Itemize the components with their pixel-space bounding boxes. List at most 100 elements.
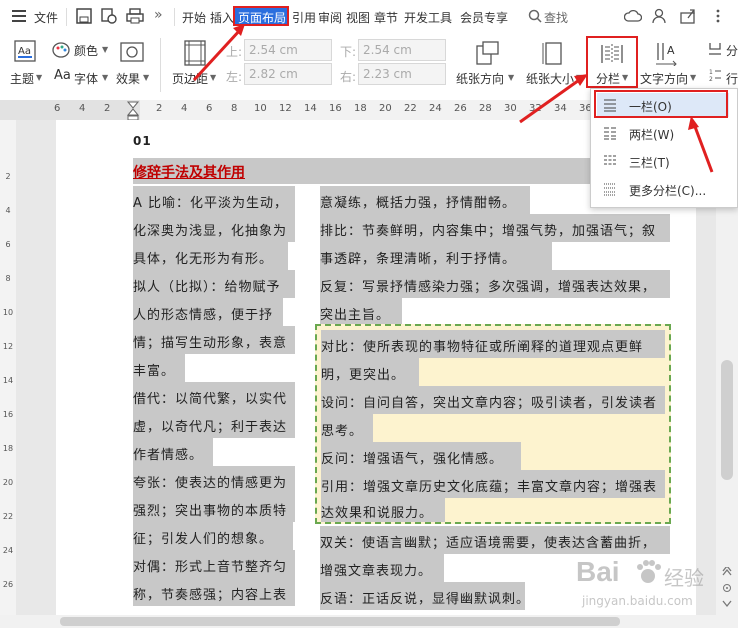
print-icon[interactable]: [126, 8, 144, 27]
margin-label[interactable]: 页边距: [172, 70, 208, 87]
font-aa-icon[interactable]: Aa: [54, 68, 71, 83]
text-box[interactable]: 对比：使所表现的事物特征或所阐释的道理观点更鲜 明，更突出。 设问：自问自答，突…: [315, 324, 671, 524]
text-direction-dropdown-icon[interactable]: ▼: [690, 73, 696, 82]
vruler-tick: 22: [2, 512, 14, 521]
color-dropdown-icon[interactable]: ▼: [102, 45, 108, 54]
text-direction-label[interactable]: 文字方向: [640, 70, 688, 87]
vruler-tick: 18: [2, 444, 14, 453]
text-line: 引用：增强文章历史文化底蕴；丰富文章内容；增强表: [321, 480, 658, 495]
menu-icon[interactable]: [12, 10, 26, 22]
clipped-label-2[interactable]: 行: [726, 70, 738, 87]
text-direction-icon[interactable]: A: [654, 40, 680, 69]
overflow-chevron-icon[interactable]: »: [154, 7, 163, 23]
two-columns-label: 两栏(W): [629, 128, 675, 142]
columns-icon: [601, 42, 623, 69]
more-columns-label: 更多分栏(C)...: [629, 184, 707, 198]
columns-button[interactable]: 分栏 ▼: [586, 36, 638, 88]
file-menu[interactable]: 文件: [34, 9, 58, 26]
tab-membership[interactable]: 会员专享: [460, 9, 508, 26]
text-line: 设问：自问自答，突出文章内容；吸引读者，引发读者: [321, 396, 658, 411]
page-target-icon[interactable]: [722, 582, 732, 596]
three-columns-option[interactable]: 三栏(T): [597, 149, 729, 173]
scroll-thumb[interactable]: [721, 360, 733, 480]
ruler-tick: 14: [304, 103, 317, 114]
ruler-tick: 6: [206, 103, 213, 114]
vruler-tick: 20: [2, 478, 14, 487]
three-columns-icon: [603, 154, 617, 168]
effect-label[interactable]: 效果: [116, 70, 140, 87]
tab-review[interactable]: 审阅: [318, 9, 342, 26]
color-label[interactable]: 颜色: [74, 42, 98, 59]
ruler-tick: 4: [79, 103, 86, 114]
more-vertical-icon[interactable]: [716, 9, 720, 26]
orientation-label[interactable]: 纸张方向: [456, 70, 504, 87]
paper-size-dropdown-icon[interactable]: ▼: [576, 73, 582, 82]
search-icon[interactable]: [528, 9, 542, 26]
theme-dropdown-icon[interactable]: ▼: [36, 73, 42, 82]
paper-size-label[interactable]: 纸张大小: [526, 70, 574, 87]
orientation-icon[interactable]: [474, 40, 500, 69]
top-margin-label: 上:: [226, 45, 243, 59]
left-margin-label: 左:: [226, 70, 243, 84]
text-line: 增强文章表现力。: [320, 564, 433, 579]
text-line: 情；描写生动形象，表意: [133, 336, 288, 351]
tab-view[interactable]: 视图: [346, 9, 370, 26]
tab-page-layout[interactable]: 页面布局: [233, 6, 289, 26]
paw-logo-icon: [634, 558, 662, 589]
search-label[interactable]: 查找: [544, 9, 568, 26]
tab-developer[interactable]: 开发工具: [404, 9, 452, 26]
tab-section[interactable]: 章节: [374, 9, 398, 26]
effect-dropdown-icon[interactable]: ▼: [143, 73, 149, 82]
text-line: 丰富。: [133, 364, 176, 379]
bottom-margin-field[interactable]: 2.54 cm: [358, 39, 446, 61]
horizontal-scrollbar[interactable]: [0, 615, 738, 628]
two-columns-option[interactable]: 两栏(W): [597, 121, 729, 145]
text-line: 排比：节奏鲜明，内容集中；增强气势，加强语气；叙: [320, 224, 657, 239]
more-columns-option[interactable]: 更多分栏(C)...: [597, 177, 729, 201]
text-line: 达效果和说服力。: [321, 506, 434, 521]
theme-label[interactable]: 主题: [10, 70, 34, 87]
tab-insert[interactable]: 插入: [210, 9, 234, 26]
ruler-tick: 26: [454, 103, 467, 114]
text-line: 化深奥为浅显，化抽象为: [133, 224, 288, 239]
text-line: 拟人（比拟）：给物赋予: [133, 280, 281, 295]
save-icon[interactable]: [76, 8, 92, 27]
text-line: 明，更突出。: [321, 368, 406, 383]
print-preview-icon[interactable]: [100, 8, 118, 27]
svg-text:A: A: [667, 44, 675, 57]
line-number-icon[interactable]: 12: [708, 68, 722, 85]
text-line: 具体，化无形为有形。: [133, 252, 274, 267]
margin-icon[interactable]: [184, 40, 206, 69]
svg-text:Aa: Aa: [18, 46, 31, 57]
effect-icon[interactable]: [120, 42, 144, 65]
theme-icon[interactable]: Aa: [14, 40, 36, 65]
font-dropdown-icon[interactable]: ▼: [102, 73, 108, 82]
share-user-icon[interactable]: [652, 8, 668, 27]
export-icon[interactable]: [680, 8, 696, 27]
right-margin-field[interactable]: 2.23 cm: [358, 63, 446, 85]
left-margin-field[interactable]: 2.82 cm: [244, 63, 332, 85]
font-label[interactable]: 字体: [74, 70, 98, 87]
color-palette-icon[interactable]: [52, 42, 70, 61]
margin-dropdown-icon[interactable]: ▼: [210, 73, 216, 82]
watermark: Bai 经验 jingyan.baidu.com: [576, 556, 716, 615]
clipped-label-1[interactable]: 分: [726, 42, 738, 59]
tab-references[interactable]: 引用: [292, 9, 316, 26]
vruler-tick: 4: [5, 206, 11, 215]
text-line: 虚，以奇代凡；利于表达: [133, 420, 288, 435]
paper-size-icon[interactable]: [542, 40, 564, 69]
page-up-icon[interactable]: [722, 564, 732, 580]
ruler-tick: 6: [54, 103, 61, 114]
cloud-sync-icon[interactable]: [623, 9, 643, 26]
ruler-tick: 22: [404, 103, 417, 114]
h-scroll-thumb[interactable]: [60, 617, 620, 626]
split-icon[interactable]: [708, 42, 722, 59]
divider: [174, 8, 175, 26]
two-columns-icon: [603, 126, 617, 140]
top-margin-field[interactable]: 2.54 cm: [244, 39, 332, 61]
orientation-dropdown-icon[interactable]: ▼: [508, 73, 514, 82]
page-down-icon[interactable]: [722, 598, 732, 612]
vertical-ruler[interactable]: 2 4 6 8 10 12 14 16 18 20 22 24 26: [0, 120, 17, 628]
tab-home[interactable]: 开始: [182, 9, 206, 26]
ruler-tick: 32: [529, 103, 542, 114]
